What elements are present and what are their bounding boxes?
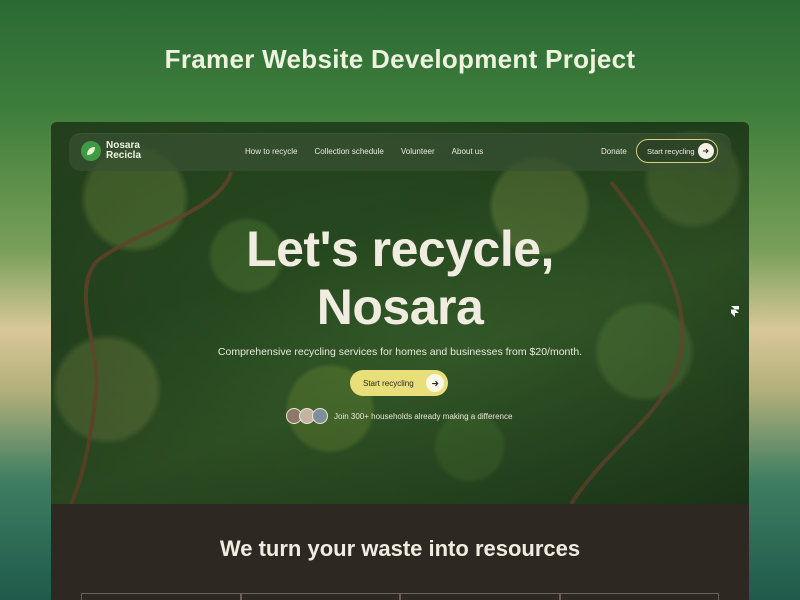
section-title: We turn your waste into resources <box>219 536 581 561</box>
logo-leaf-icon <box>81 141 101 161</box>
nav-cta-label: Start recycling <box>647 146 695 156</box>
navbar: Nosara Recicla How to recycle Collection… <box>69 133 731 171</box>
hero-title-line-2: Nosara <box>316 279 484 335</box>
logo-text: Nosara Recicla <box>106 141 141 161</box>
nav-link-how-to-recycle[interactable]: How to recycle <box>245 147 297 156</box>
feature-card <box>240 593 400 600</box>
resources-section: We turn your waste into resources <box>51 504 749 600</box>
arrow-right-icon <box>426 374 444 392</box>
feature-cards <box>81 593 719 600</box>
hero-start-recycling-button[interactable]: Start recycling <box>350 370 448 396</box>
hero-title-line-1: Let's recycle, <box>246 221 554 277</box>
feature-card <box>559 593 719 600</box>
nav-start-recycling-button[interactable]: Start recycling <box>636 139 718 163</box>
hero-title: Let's recycle, Nosara <box>51 220 749 336</box>
social-proof: Join 300+ households already making a di… <box>286 408 512 424</box>
social-proof-text: Join 300+ households already making a di… <box>334 411 513 421</box>
arrow-right-icon <box>698 143 714 159</box>
feature-card <box>81 593 241 600</box>
feature-card <box>400 593 560 600</box>
nav-link-volunteer[interactable]: Volunteer <box>401 147 435 156</box>
donate-link[interactable]: Donate <box>601 147 627 156</box>
hero-section: Nosara Recicla How to recycle Collection… <box>51 122 749 504</box>
nav-link-collection-schedule[interactable]: Collection schedule <box>314 147 383 156</box>
page-headline: Framer Website Development Project <box>164 44 636 74</box>
nav-link-about-us[interactable]: About us <box>452 147 484 156</box>
framer-icon[interactable] <box>731 306 739 320</box>
logo-line-2: Recicla <box>106 150 142 161</box>
nav-links: How to recycle Collection schedule Volun… <box>245 147 483 156</box>
hero-cta-label: Start recycling <box>363 378 414 388</box>
hero-subtitle: Comprehensive recycling services for hom… <box>217 346 583 358</box>
logo[interactable]: Nosara Recicla <box>81 141 141 161</box>
website-preview: Nosara Recicla How to recycle Collection… <box>51 122 749 600</box>
avatar <box>312 408 328 424</box>
